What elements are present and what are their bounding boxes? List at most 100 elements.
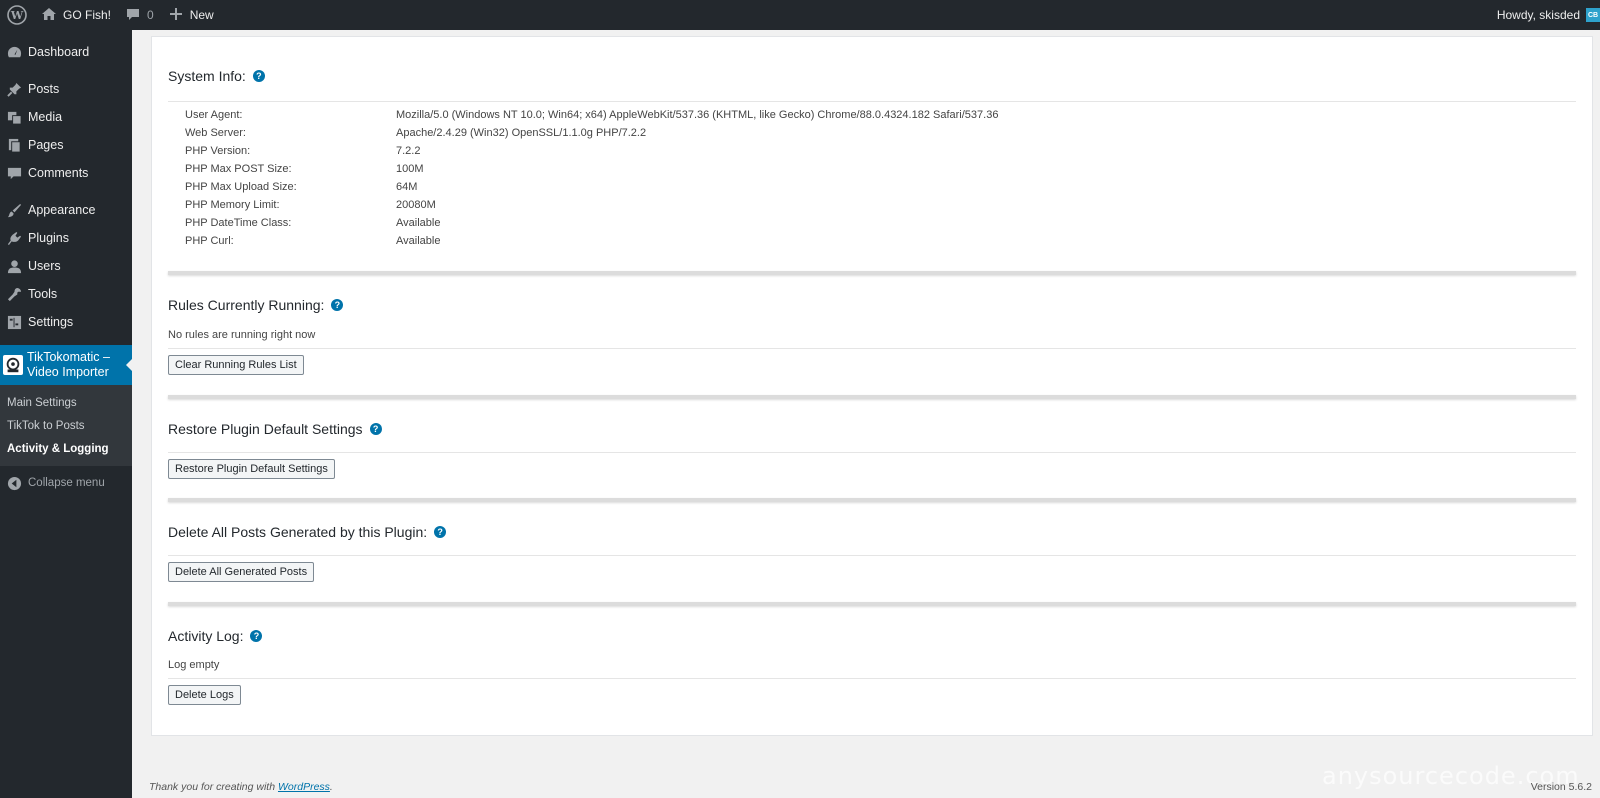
collapse-arrow-icon	[6, 475, 22, 491]
section-separator	[168, 498, 1576, 502]
delete-generated-posts-button[interactable]: Delete All Generated Posts	[168, 562, 315, 582]
footer-thanks: Thank you for creating with WordPress.	[149, 781, 333, 793]
info-label: PHP Curl:	[185, 235, 234, 247]
divider	[168, 452, 1576, 453]
collapse-menu-button[interactable]: Collapse menu	[0, 469, 132, 497]
info-value: 64M	[396, 181, 418, 193]
rules-heading: Rules Currently Running: ?	[168, 297, 344, 313]
info-label: PHP Memory Limit:	[185, 199, 280, 211]
info-row-max-upload: PHP Max Upload Size: 64M	[185, 181, 417, 193]
help-icon[interactable]: ?	[250, 630, 263, 642]
sidebar-item-plugins[interactable]: Plugins	[0, 224, 132, 252]
sidebar-item-label: Media	[28, 110, 63, 124]
svg-text:W: W	[10, 9, 24, 22]
comments-link[interactable]: 0	[118, 0, 161, 30]
sidebar-item-users[interactable]: Users	[0, 252, 132, 280]
admin-sidebar: Dashboard Posts Media Pages Comments App…	[0, 30, 133, 798]
plugin-icon	[6, 230, 22, 246]
user-account-menu[interactable]: Howdy, skisded CB	[1490, 0, 1600, 30]
howdy-text: Howdy, skisded	[1496, 8, 1580, 22]
info-row-web-server: Web Server: Apache/2.4.29 (Win32) OpenSSL…	[185, 127, 646, 139]
site-name: GO Fish!	[63, 8, 112, 22]
info-label: PHP Version:	[185, 145, 251, 157]
pages-icon	[6, 137, 22, 153]
sidebar-item-comments[interactable]: Comments	[0, 159, 132, 187]
sidebar-item-posts[interactable]: Posts	[0, 75, 132, 103]
site-name-link[interactable]: GO Fish!	[34, 0, 118, 30]
divider	[168, 678, 1576, 679]
new-content-link[interactable]: New	[161, 0, 221, 30]
footer-thanks-text: Thank you for creating with	[149, 781, 276, 793]
activity-log-title: Activity Log:	[168, 628, 244, 644]
section-separator	[168, 271, 1576, 275]
info-value: Available	[396, 235, 441, 247]
sidebar-item-label: Tools	[28, 287, 58, 301]
info-row-datetime: PHP DateTime Class: Available	[185, 217, 440, 229]
sidebar-item-dashboard[interactable]: Dashboard	[0, 38, 132, 66]
info-row-memory-limit: PHP Memory Limit: 20080M	[185, 199, 436, 211]
activity-logging-panel: System Info: ? User Agent: Mozilla/5.0 (W…	[151, 36, 1593, 736]
sidebar-item-label: Appearance	[28, 203, 96, 217]
delete-logs-button[interactable]: Delete Logs	[168, 685, 241, 705]
media-icon	[6, 109, 22, 125]
info-value: 100M	[396, 163, 424, 175]
info-row-max-post: PHP Max POST Size: 100M	[185, 163, 424, 175]
settings-icon	[6, 314, 22, 330]
info-value: Apache/2.4.29 (Win32) OpenSSL/1.1.0g PHP…	[396, 127, 647, 139]
restore-title: Restore Plugin Default Settings	[168, 421, 363, 437]
wordpress-logo-icon[interactable]: W	[0, 0, 34, 30]
rules-status: No rules are running right now	[168, 329, 316, 341]
sidebar-item-label: Settings	[28, 315, 74, 329]
admin-bar: W GO Fish! 0 New Howdy, skisded CB	[0, 0, 1600, 30]
wrench-icon	[6, 286, 22, 302]
help-icon[interactable]: ?	[331, 299, 344, 311]
new-label: New	[189, 8, 214, 22]
wordpress-link[interactable]: WordPress	[278, 781, 330, 793]
footer-version: Version 5.6.2	[1530, 781, 1592, 793]
sidebar-item-pages[interactable]: Pages	[0, 131, 132, 159]
sidebar-item-media[interactable]: Media	[0, 103, 132, 131]
info-value: Available	[396, 217, 441, 229]
info-row-user-agent: User Agent: Mozilla/5.0 (Windows NT 10.0;…	[185, 109, 998, 121]
home-icon	[41, 6, 63, 25]
activity-log-heading: Activity Log: ?	[168, 628, 263, 644]
footer-period: .	[329, 781, 333, 793]
help-icon[interactable]: ?	[252, 70, 265, 82]
plugin-menu-label-line1: TikTokomatic –	[27, 350, 110, 364]
clear-running-rules-button[interactable]: Clear Running Rules List	[168, 355, 304, 375]
user-icon	[6, 258, 22, 274]
sidebar-item-label: Plugins	[28, 231, 69, 245]
sidebar-item-tools[interactable]: Tools	[0, 280, 132, 308]
sidebar-item-settings[interactable]: Settings	[0, 308, 132, 336]
section-separator	[168, 602, 1576, 606]
info-label: PHP Max Upload Size:	[185, 181, 297, 193]
restore-defaults-button[interactable]: Restore Plugin Default Settings	[168, 459, 335, 479]
info-label: User Agent:	[185, 109, 243, 121]
brush-icon	[6, 202, 22, 218]
info-value: 20080M	[396, 199, 436, 211]
plugin-menu-label-line2: Video Importer	[27, 365, 109, 379]
submenu-tiktok-to-posts[interactable]: TikTok to Posts	[0, 414, 132, 437]
sidebar-item-label: Pages	[28, 138, 64, 152]
delete-posts-heading: Delete All Posts Generated by this Plugi…	[168, 524, 447, 540]
info-label: PHP Max POST Size:	[185, 163, 292, 175]
delete-posts-title: Delete All Posts Generated by this Plugi…	[168, 524, 428, 540]
help-icon[interactable]: ?	[434, 526, 447, 538]
tiktokomatic-logo-icon	[3, 355, 23, 375]
info-label: Web Server:	[185, 127, 246, 139]
rules-title: Rules Currently Running:	[168, 297, 325, 313]
system-info-title: System Info:	[168, 68, 246, 84]
active-menu-arrow	[126, 358, 133, 372]
submenu-activity-logging[interactable]: Activity & Logging	[0, 437, 132, 460]
divider	[168, 101, 1576, 102]
help-icon[interactable]: ?	[369, 423, 382, 435]
sidebar-item-label: Comments	[28, 166, 89, 180]
sidebar-item-appearance[interactable]: Appearance	[0, 196, 132, 224]
divider	[168, 555, 1576, 556]
submenu-main-settings[interactable]: Main Settings	[0, 391, 132, 414]
sidebar-item-tiktokomatic[interactable]: TikTokomatic – Video Importer	[0, 345, 133, 385]
plugin-submenu: Main Settings TikTok to Posts Activity &…	[0, 385, 132, 466]
system-info-heading: System Info: ?	[168, 68, 265, 84]
sidebar-item-label: Dashboard	[28, 45, 90, 59]
restore-heading: Restore Plugin Default Settings ?	[168, 421, 382, 437]
